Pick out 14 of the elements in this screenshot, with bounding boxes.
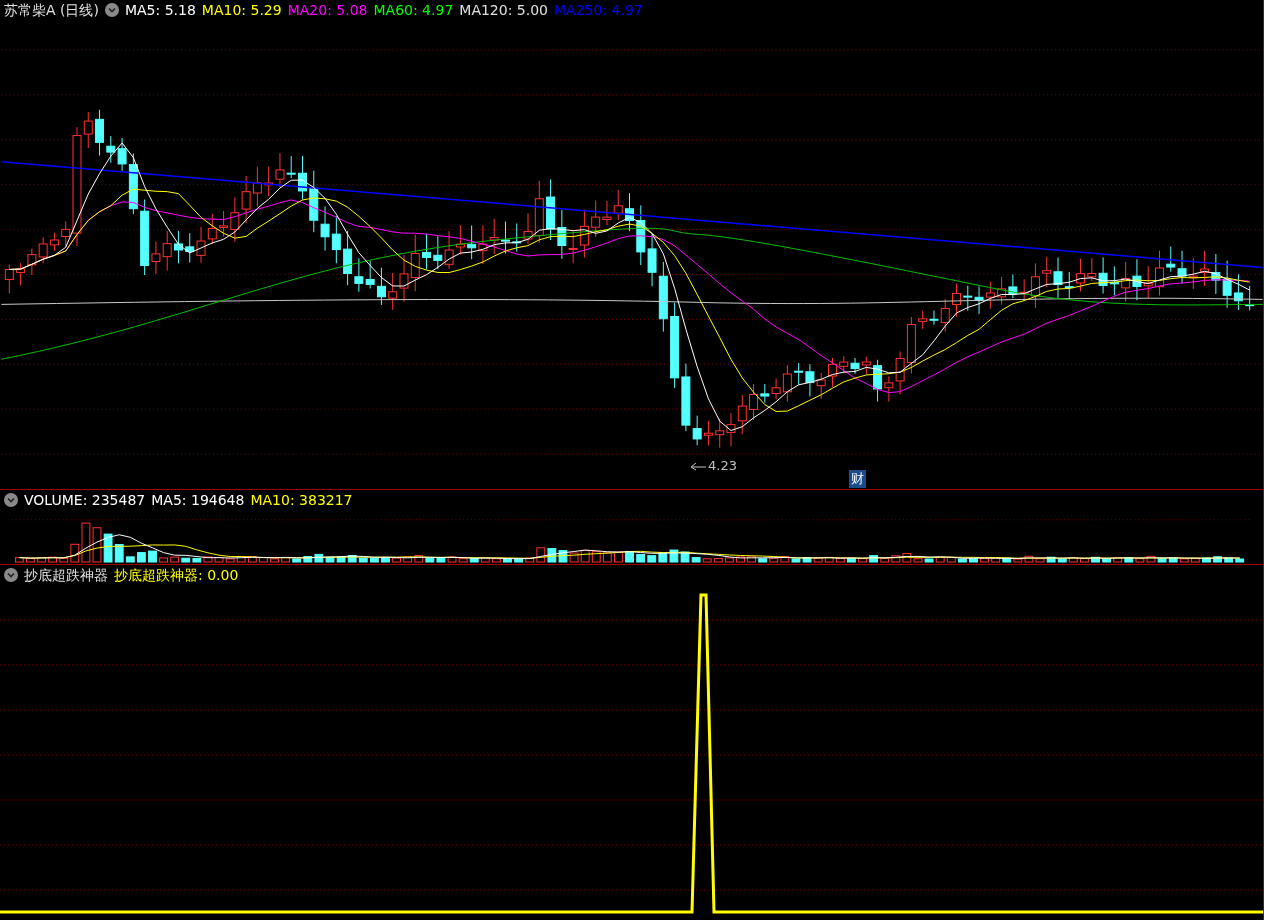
indicator-value: MA20: 5.08	[287, 0, 368, 20]
indicator-value: MA120: 5.00	[459, 0, 548, 20]
indicator-title: 抄底超跌神器	[24, 565, 108, 585]
indicator-value: 抄底超跌神器: 0.00	[114, 565, 239, 585]
indicator-value: VOLUME: 235487	[24, 490, 146, 510]
indicator-value: MA10: 383217	[250, 490, 353, 510]
event-badge[interactable]: 财	[849, 470, 866, 488]
chart-title: 苏常柴A (日线)	[4, 0, 99, 20]
indicator-value: MA250: 4.97	[554, 0, 643, 20]
low-price-label: 4.23	[708, 457, 737, 475]
indicator-value: MA5: 194648	[151, 490, 245, 510]
indicator-value: MA5: 5.18	[124, 0, 196, 20]
indicator-value: MA60: 4.97	[373, 0, 454, 20]
indicator-value: MA10: 5.29	[201, 0, 282, 20]
